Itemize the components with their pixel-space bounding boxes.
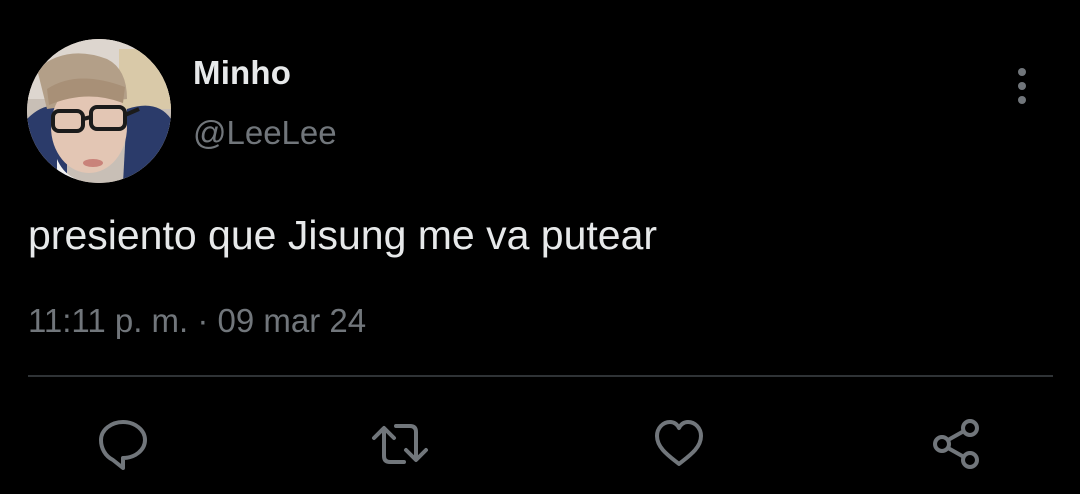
tweet-detail: Minho @LeeLee presiento que Jisung me va… (0, 0, 1080, 494)
reply-button[interactable] (93, 414, 153, 474)
share-button[interactable] (926, 414, 986, 474)
retweet-icon (372, 424, 428, 464)
reply-icon (99, 420, 147, 470)
more-dot-icon (1018, 82, 1026, 90)
tweet-date[interactable]: 09 mar 24 (218, 302, 367, 339)
more-dot-icon (1018, 68, 1026, 76)
avatar-photo (27, 39, 171, 183)
more-dot-icon (1018, 96, 1026, 104)
divider (28, 375, 1053, 377)
tweet-timestamp: 11:11 p. m. · 09 mar 24 (28, 302, 366, 340)
heart-icon (655, 420, 703, 466)
tweet-text: presiento que Jisung me va putear (28, 212, 658, 258)
like-button[interactable] (649, 414, 709, 474)
share-icon (933, 419, 979, 469)
meta-separator: · (197, 302, 209, 339)
author-display-name[interactable]: Minho (193, 54, 291, 92)
author-handle[interactable]: @LeeLee (193, 114, 337, 152)
more-options-button[interactable] (1002, 66, 1042, 106)
avatar[interactable] (27, 39, 171, 183)
tweet-time[interactable]: 11:11 p. m. (28, 302, 188, 339)
retweet-button[interactable] (370, 414, 430, 474)
